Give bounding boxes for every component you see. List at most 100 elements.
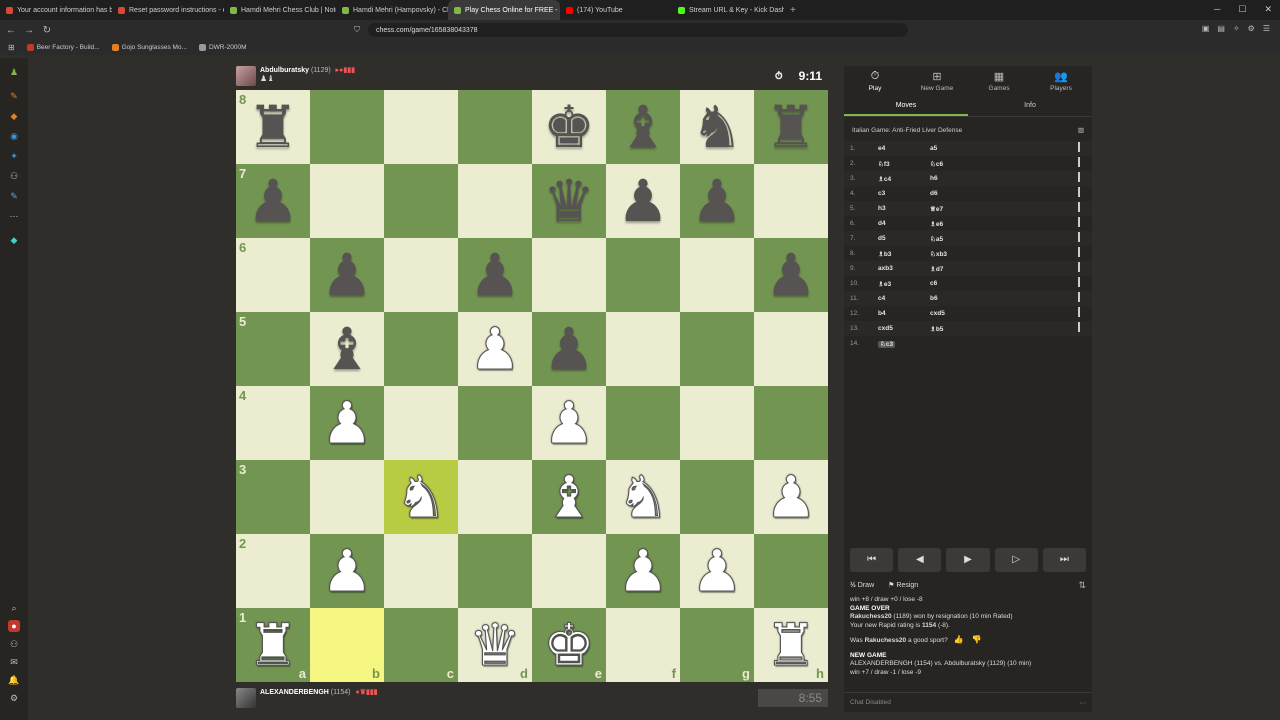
- black-pawn-icon[interactable]: ♟: [691, 172, 743, 230]
- square-b7[interactable]: [310, 164, 384, 238]
- book-icon[interactable]: ▥: [1078, 126, 1084, 134]
- square-b3[interactable]: [310, 460, 384, 534]
- white-pawn-icon[interactable]: ♟: [321, 542, 374, 601]
- square-g3[interactable]: [680, 460, 754, 534]
- square-e4[interactable]: ♟: [532, 386, 606, 460]
- user-avatar-icon[interactable]: ●: [8, 620, 20, 632]
- square-h3[interactable]: ♟: [754, 460, 828, 534]
- square-e5[interactable]: ♟: [532, 312, 606, 386]
- square-b5[interactable]: ♝: [310, 312, 384, 386]
- square-e1[interactable]: e ♚: [532, 608, 606, 682]
- white-pawn-icon[interactable]: ♟: [469, 320, 522, 379]
- square-a3[interactable]: 3: [236, 460, 310, 534]
- subtab-info[interactable]: Info: [968, 96, 1092, 116]
- square-c4[interactable]: [384, 386, 458, 460]
- news-icon[interactable]: ✦: [8, 150, 20, 162]
- black-bishop-icon[interactable]: ♝: [617, 98, 669, 156]
- black-pawn-icon[interactable]: ♟: [247, 172, 299, 230]
- new-tab-button[interactable]: +: [784, 5, 802, 16]
- square-h8[interactable]: ♜: [754, 90, 828, 164]
- square-g4[interactable]: [680, 386, 754, 460]
- thumbs-up-icon[interactable]: 👍: [954, 635, 964, 644]
- white-rook-icon[interactable]: ♜: [247, 616, 300, 675]
- white-move[interactable]: ♗c4: [878, 175, 930, 183]
- browser-tab[interactable]: Your account information has been c: [0, 0, 112, 20]
- learn-icon[interactable]: ◆: [8, 110, 20, 122]
- white-move[interactable]: b4: [878, 310, 930, 317]
- square-c3[interactable]: ♞: [384, 460, 458, 534]
- square-d8[interactable]: [458, 90, 532, 164]
- square-g6[interactable]: [680, 238, 754, 312]
- watch-icon[interactable]: ◉: [8, 130, 20, 142]
- more-options-icon[interactable]: ⋯: [1080, 699, 1087, 707]
- white-move[interactable]: ♘c3: [878, 340, 930, 348]
- url-input[interactable]: ⛉ chess.com/game/165838043378: [354, 23, 908, 37]
- close-window-icon[interactable]: ✕: [1264, 4, 1272, 15]
- square-e7[interactable]: ♛: [532, 164, 606, 238]
- thumbs-down-icon[interactable]: 👎: [972, 635, 982, 644]
- square-e2[interactable]: [532, 534, 606, 608]
- chess-pawn-logo-icon[interactable]: ♟: [8, 66, 20, 78]
- square-a4[interactable]: 4: [236, 386, 310, 460]
- top-player-name[interactable]: Abdulburatsky: [260, 67, 309, 74]
- sport-name[interactable]: Rakuchess20: [865, 637, 907, 644]
- white-move[interactable]: ♗e3: [878, 280, 930, 288]
- black-move[interactable]: ♗e6: [930, 220, 982, 228]
- square-b4[interactable]: ♟: [310, 386, 384, 460]
- browser-tab[interactable]: Reset password instructions - ehdiid: [112, 0, 224, 20]
- square-a1[interactable]: 1 a ♜: [236, 608, 310, 682]
- square-h1[interactable]: h ♜: [754, 608, 828, 682]
- white-move[interactable]: axb3: [878, 265, 930, 272]
- reload-icon[interactable]: ↻: [40, 25, 54, 36]
- settings-gear-icon[interactable]: ⚙: [8, 692, 20, 704]
- messages-icon[interactable]: ✉: [8, 656, 20, 668]
- square-f3[interactable]: ♞: [606, 460, 680, 534]
- square-d5[interactable]: ♟: [458, 312, 532, 386]
- square-c7[interactable]: [384, 164, 458, 238]
- white-pawn-icon[interactable]: ♟: [321, 394, 374, 453]
- browser-tab[interactable]: Play Chess Online for FREE - 2 P✕: [448, 0, 560, 20]
- diamond-icon[interactable]: ◆: [8, 234, 20, 246]
- square-a5[interactable]: 5: [236, 312, 310, 386]
- social-icon[interactable]: ⚇: [8, 170, 20, 182]
- bookmark-item[interactable]: DWR-2000M: [198, 44, 247, 51]
- black-king-icon[interactable]: ♚: [543, 98, 595, 156]
- forward-icon[interactable]: →: [22, 25, 36, 36]
- black-rook-icon[interactable]: ♜: [247, 98, 299, 156]
- black-move[interactable]: ♗d7: [930, 265, 982, 273]
- winner-name[interactable]: Rakuchess20: [850, 613, 892, 620]
- square-h6[interactable]: ♟: [754, 238, 828, 312]
- white-move[interactable]: ♗b3: [878, 250, 930, 258]
- wallet-icon[interactable]: ▤: [1217, 24, 1225, 33]
- square-h4[interactable]: [754, 386, 828, 460]
- square-f2[interactable]: ♟: [606, 534, 680, 608]
- square-e3[interactable]: ♝: [532, 460, 606, 534]
- square-d3[interactable]: [458, 460, 532, 534]
- square-f7[interactable]: ♟: [606, 164, 680, 238]
- square-f4[interactable]: [606, 386, 680, 460]
- square-e6[interactable]: [532, 238, 606, 312]
- square-c8[interactable]: [384, 90, 458, 164]
- previous-move-button[interactable]: ◀: [898, 548, 942, 572]
- menu-icon[interactable]: ☰: [1263, 24, 1270, 33]
- browser-tab[interactable]: Stream URL & Key - Kick Dashboard: [672, 0, 784, 20]
- panel-tab-players[interactable]: 👥 Players: [1030, 66, 1092, 96]
- bottom-player-avatar[interactable]: [236, 688, 256, 708]
- bottom-player-name[interactable]: ALEXANDERBENGH: [260, 689, 329, 696]
- square-d4[interactable]: [458, 386, 532, 460]
- square-a6[interactable]: 6: [236, 238, 310, 312]
- black-pawn-icon[interactable]: ♟: [765, 246, 817, 304]
- square-a8[interactable]: 8 ♜: [236, 90, 310, 164]
- square-a7[interactable]: 7 ♟: [236, 164, 310, 238]
- extension-icon[interactable]: ✧: [1233, 24, 1240, 33]
- square-d6[interactable]: ♟: [458, 238, 532, 312]
- black-rook-icon[interactable]: ♜: [765, 98, 817, 156]
- browser-tab[interactable]: Hamdi Mehri (Hampovsky) - Chess P: [336, 0, 448, 20]
- white-king-icon[interactable]: ♚: [543, 616, 596, 675]
- next-move-button[interactable]: ▷: [994, 548, 1038, 572]
- square-f5[interactable]: [606, 312, 680, 386]
- square-d1[interactable]: d ♛: [458, 608, 532, 682]
- square-h2[interactable]: [754, 534, 828, 608]
- square-f8[interactable]: ♝: [606, 90, 680, 164]
- black-move[interactable]: h6: [930, 175, 982, 182]
